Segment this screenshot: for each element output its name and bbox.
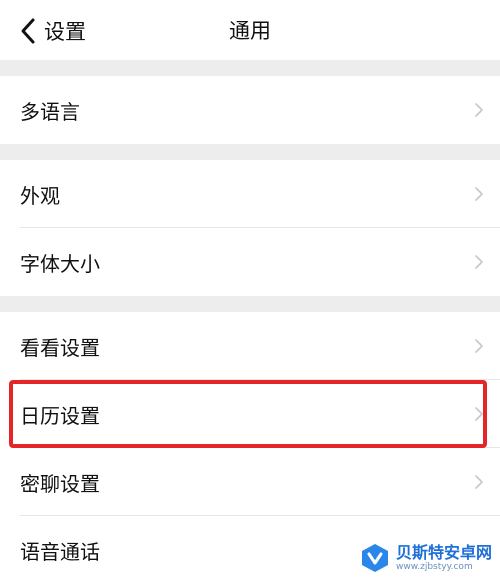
settings-item-multilanguage[interactable]: 多语言 <box>0 76 500 144</box>
settings-group-display: 外观 字体大小 <box>0 160 500 296</box>
settings-item-label: 日历设置 <box>20 400 100 429</box>
settings-item-kankan[interactable]: 看看设置 <box>0 312 500 380</box>
settings-item-label: 密聊设置 <box>20 468 100 497</box>
watermark-url: www.zjbstyy.com <box>396 562 492 573</box>
chevron-right-icon <box>474 474 484 490</box>
settings-group-language: 多语言 <box>0 76 500 144</box>
chevron-right-icon <box>474 186 484 202</box>
settings-item-calendar[interactable]: 日历设置 <box>0 380 500 448</box>
watermark-logo-icon <box>358 541 392 575</box>
section-gap <box>0 296 500 312</box>
settings-item-font-size[interactable]: 字体大小 <box>0 228 500 296</box>
settings-item-label: 外观 <box>20 180 60 209</box>
settings-item-label: 语音通话 <box>20 536 100 565</box>
watermark: 贝斯特安卓网 www.zjbstyy.com <box>354 539 496 577</box>
chevron-right-icon <box>474 406 484 422</box>
section-gap <box>0 144 500 160</box>
page-title: 通用 <box>0 14 500 48</box>
settings-item-appearance[interactable]: 外观 <box>0 160 500 228</box>
settings-item-label: 字体大小 <box>20 248 100 277</box>
settings-item-label: 看看设置 <box>20 332 100 361</box>
chevron-right-icon <box>474 102 484 118</box>
section-gap <box>0 60 500 76</box>
watermark-name: 贝斯特安卓网 <box>396 544 492 562</box>
settings-item-label: 多语言 <box>20 96 80 125</box>
chevron-right-icon <box>474 338 484 354</box>
settings-item-private-chat[interactable]: 密聊设置 <box>0 448 500 516</box>
nav-bar: 设置 通用 <box>0 0 500 60</box>
chevron-right-icon <box>474 254 484 270</box>
